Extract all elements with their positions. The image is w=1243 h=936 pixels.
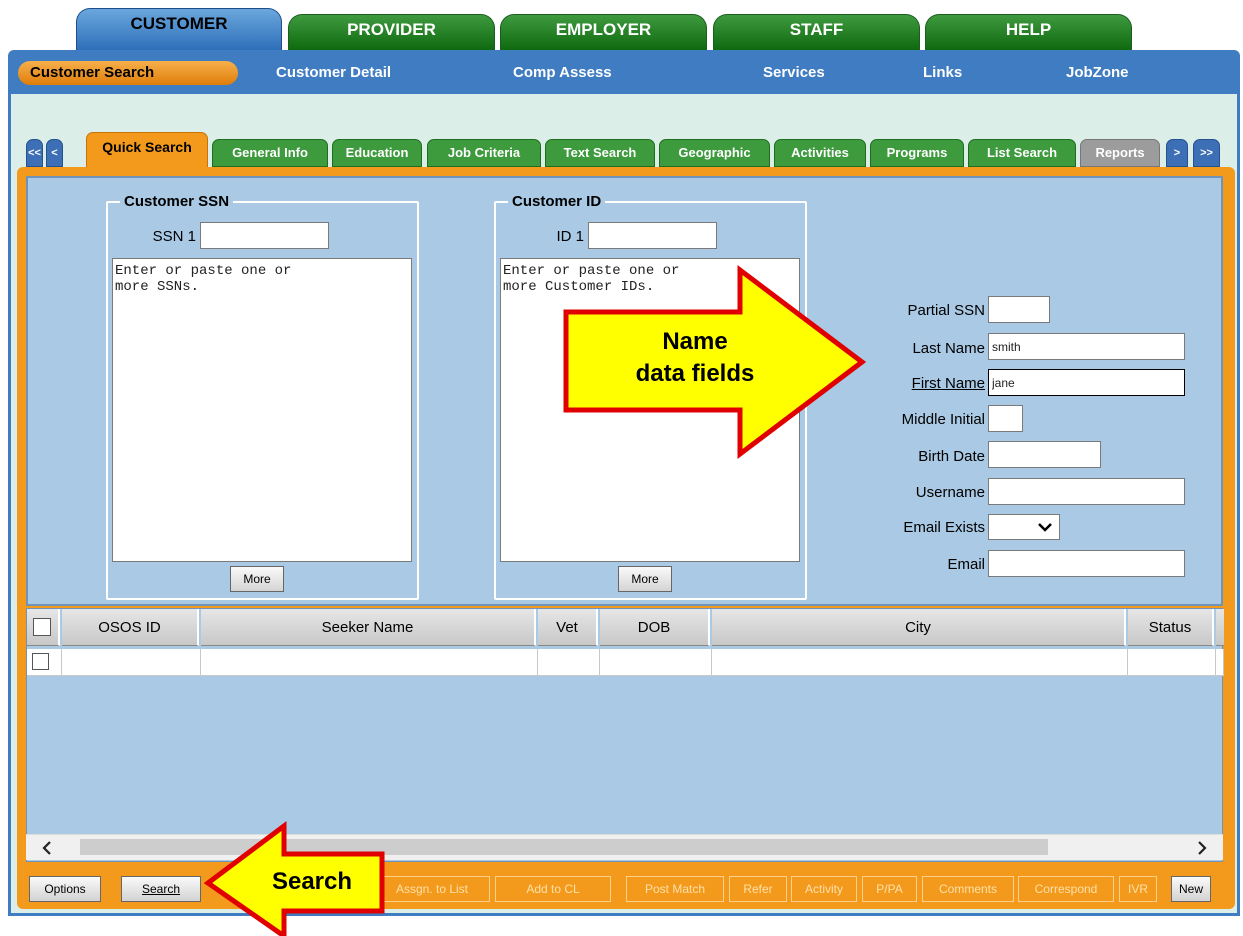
correspond-button: Correspond: [1018, 876, 1114, 902]
options-button[interactable]: Options: [29, 876, 101, 902]
refer-button: Refer: [729, 876, 787, 902]
tab-help[interactable]: HELP: [925, 14, 1132, 50]
add-to-cl-button: Add to CL: [495, 876, 611, 902]
table-cell: [201, 649, 538, 676]
tab-provider[interactable]: PROVIDER: [288, 14, 495, 50]
ppa-button: P/PA: [862, 876, 917, 902]
partial-ssn-input[interactable]: [988, 296, 1050, 323]
id-list-textarea[interactable]: Enter or paste one or more Customer IDs.: [500, 258, 800, 562]
first-name-input[interactable]: [988, 369, 1185, 396]
scroll-left-icon[interactable]: [40, 841, 54, 855]
last-tab-button[interactable]: >>: [1193, 139, 1220, 167]
username-input[interactable]: [988, 478, 1185, 505]
column-header-filler: [1216, 609, 1224, 646]
post-match-button: Post Match: [626, 876, 724, 902]
select-all-checkbox[interactable]: [33, 618, 51, 636]
scrollbar-thumb[interactable]: [80, 839, 1048, 855]
tab-job-criteria[interactable]: Job Criteria: [427, 139, 541, 167]
ssn1-label: SSN 1: [152, 228, 196, 245]
email-exists-select[interactable]: [988, 514, 1060, 540]
first-tab-button[interactable]: <<: [26, 139, 43, 167]
customer-ssn-legend: Customer SSN: [124, 193, 230, 210]
email-label: Email: [947, 556, 985, 573]
sub-navigation: Customer Search Customer Detail Comp Ass…: [8, 50, 1240, 94]
subnav-services[interactable]: Services: [763, 64, 825, 81]
search-button[interactable]: Search: [121, 876, 201, 902]
table-cell: [712, 649, 1128, 676]
tab-education[interactable]: Education: [332, 139, 422, 167]
last-name-input[interactable]: [988, 333, 1185, 360]
app-window: CUSTOMER PROVIDER EMPLOYER STAFF HELP Cu…: [0, 0, 1243, 936]
tab-list-search[interactable]: List Search: [968, 139, 1076, 167]
subnav-links[interactable]: Links: [923, 64, 962, 81]
horizontal-scrollbar[interactable]: [26, 834, 1223, 860]
tab-general-info[interactable]: General Info: [212, 139, 328, 167]
assign-to-list-button: Assgn. to List: [374, 876, 490, 902]
birth-date-input[interactable]: [988, 441, 1101, 468]
chevron-down-icon: [1038, 523, 1052, 532]
subnav-comp-assess[interactable]: Comp Assess: [513, 64, 612, 81]
row-checkbox[interactable]: [32, 653, 49, 670]
first-name-label[interactable]: First Name: [848, 375, 985, 392]
column-header-dob[interactable]: DOB: [600, 609, 710, 646]
id1-input[interactable]: [588, 222, 717, 249]
tab-geographic[interactable]: Geographic: [659, 139, 770, 167]
tab-activities[interactable]: Activities: [774, 139, 866, 167]
subnav-customer-detail[interactable]: Customer Detail: [276, 64, 391, 81]
subnav-customer-search[interactable]: Customer Search: [18, 61, 238, 85]
scroll-right-icon[interactable]: [1195, 841, 1209, 855]
table-cell: [1128, 649, 1216, 676]
id1-label: ID 1: [556, 228, 584, 245]
ssn-more-button[interactable]: More: [230, 566, 284, 592]
name-fields-annotation-label: Name data fields: [635, 328, 755, 387]
table-row[interactable]: [27, 649, 62, 676]
table-cell: [538, 649, 600, 676]
tab-staff[interactable]: STAFF: [713, 14, 920, 50]
tab-quick-search[interactable]: Quick Search: [86, 132, 208, 168]
table-cell: [600, 649, 712, 676]
ssn1-input[interactable]: [200, 222, 329, 249]
new-button[interactable]: New: [1171, 876, 1211, 902]
id-more-button[interactable]: More: [618, 566, 672, 592]
partial-ssn-label: Partial SSN: [907, 302, 985, 319]
tab-text-search[interactable]: Text Search: [545, 139, 655, 167]
table-cell: [1216, 649, 1224, 676]
ivr-button: IVR: [1119, 876, 1157, 902]
quick-search-form: Customer SSN SSN 1 Enter or paste one or…: [26, 176, 1223, 606]
column-header-osos-id[interactable]: OSOS ID: [62, 609, 199, 646]
activity-button: Activity: [791, 876, 857, 902]
username-label: Username: [915, 484, 985, 501]
column-header-vet[interactable]: Vet: [538, 609, 598, 646]
middle-initial-input[interactable]: [988, 405, 1023, 432]
results-grid: OSOS ID Seeker Name Vet DOB City Status: [26, 608, 1224, 862]
email-exists-label: Email Exists: [903, 519, 985, 536]
select-all-header: [27, 609, 60, 646]
email-input[interactable]: [988, 550, 1185, 577]
comments-button: Comments: [922, 876, 1014, 902]
column-header-city[interactable]: City: [712, 609, 1126, 646]
ssn-list-textarea[interactable]: Enter or paste one or more SSNs.: [112, 258, 412, 562]
customer-id-legend: Customer ID: [512, 193, 602, 210]
search-annotation-label: Search: [271, 868, 353, 895]
column-header-status[interactable]: Status: [1128, 609, 1214, 646]
table-cell: [62, 649, 201, 676]
tab-reports: Reports: [1080, 139, 1160, 167]
middle-initial-label: Middle Initial: [901, 411, 985, 428]
subnav-jobzone[interactable]: JobZone: [1066, 64, 1129, 81]
last-name-label: Last Name: [912, 340, 985, 357]
tab-employer[interactable]: EMPLOYER: [500, 14, 707, 50]
tab-customer[interactable]: CUSTOMER: [76, 8, 282, 50]
next-tab-button[interactable]: >: [1166, 139, 1188, 167]
tab-programs[interactable]: Programs: [870, 139, 964, 167]
birth-date-label: Birth Date: [918, 448, 985, 465]
prev-tab-button[interactable]: <: [46, 139, 63, 167]
column-header-seeker-name[interactable]: Seeker Name: [201, 609, 536, 646]
